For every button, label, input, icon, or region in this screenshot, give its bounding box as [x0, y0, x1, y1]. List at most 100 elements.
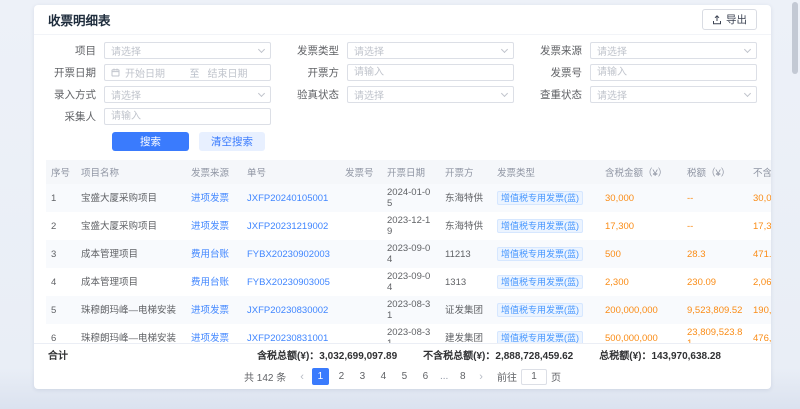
cell-invoice-source-link[interactable]: 费用台账	[186, 268, 242, 296]
pagination-bar: 共 142 条 ‹ 123456... 8 › 前往 页	[34, 364, 771, 389]
goto-page-input[interactable]	[521, 369, 547, 385]
filter-invoice-type: 发票类型 请选择	[291, 42, 514, 59]
collector-input[interactable]	[104, 108, 271, 125]
goto-unit: 页	[551, 369, 561, 384]
verify-status-select[interactable]: 请选择	[347, 86, 514, 103]
cell-invoice-source-link[interactable]: 进项发票	[186, 296, 242, 324]
goto-label: 前往	[497, 369, 517, 384]
invoice-source-label: 发票来源	[534, 43, 590, 58]
filter-payer: 开票方	[291, 64, 514, 81]
dup-status-label: 查重状态	[534, 87, 590, 102]
cell-invoice-date: 2023-08-31	[382, 324, 440, 343]
verify-status-select-placeholder: 请选择	[354, 87, 502, 102]
entry-method-select[interactable]: 请选择	[104, 86, 271, 103]
cell-invoice-date: 2023-09-04	[382, 240, 440, 268]
chevron-down-icon	[501, 45, 508, 52]
table-body: 1宝盛大厦采购项目进项发票JXFP202401050012024-01-05东海…	[46, 184, 771, 343]
page-button-6[interactable]: 6	[417, 368, 434, 385]
filter-collector: 采集人	[48, 108, 271, 125]
cell-payer: 证发集团	[440, 296, 492, 324]
table-row[interactable]: 2宝盛大厦采购项目进项发票JXFP202312190022023-12-19东海…	[46, 212, 771, 240]
page-button-5[interactable]: 5	[396, 368, 413, 385]
search-button[interactable]: 搜索	[112, 132, 189, 151]
page-ellipsis: ...	[438, 371, 450, 382]
table-row[interactable]: 1宝盛大厦采购项目进项发票JXFP202401050012024-01-05东海…	[46, 184, 771, 212]
clear-search-button[interactable]: 清空搜索	[199, 132, 265, 151]
page-scrollbar[interactable]	[792, 2, 798, 407]
total-tax: 总税额(¥)：143,970,638.28	[599, 347, 721, 362]
cell-order-no-link[interactable]: FYBX20230902003	[242, 240, 340, 268]
export-button[interactable]: 导出	[702, 9, 757, 30]
col-payer: 开票方	[440, 160, 492, 184]
filter-dup-status: 查重状态 请选择	[534, 86, 757, 103]
cell-order-no-link[interactable]: JXFP20240105001	[242, 184, 340, 212]
invoice-type-tag: 增值税专用发票(蓝)	[497, 247, 583, 261]
date-separator: 至	[182, 65, 208, 80]
filter-invoice-source: 发票来源 请选择	[534, 42, 757, 59]
cell-tax: 9,523,809.52	[682, 296, 748, 324]
cell-invoice-source-link[interactable]: 进项发票	[186, 212, 242, 240]
col-order-no: 单号	[242, 160, 340, 184]
invoice-source-select[interactable]: 请选择	[590, 42, 757, 59]
payer-label: 开票方	[291, 65, 347, 80]
date-end-placeholder: 结束日期	[208, 65, 265, 80]
invoice-type-tag: 增值税专用发票(蓝)	[497, 275, 583, 289]
invoice-type-tag: 增值税专用发票(蓝)	[497, 303, 583, 317]
invoice-type-tag: 增值税专用发票(蓝)	[497, 219, 583, 233]
cell-amount-incl-tax: 2,300	[600, 268, 682, 296]
pagination-total: 共 142 条	[244, 369, 286, 384]
cell-order-no-link[interactable]: JXFP20230830002	[242, 296, 340, 324]
filter-invoice-date: 开票日期 开始日期 至 结束日期	[48, 64, 271, 81]
cell-invoice-source-link[interactable]: 进项发票	[186, 324, 242, 343]
total-excl-tax: 不含税总额(¥)：2,888,728,459.62	[423, 347, 573, 362]
cell-tax: 28.3	[682, 240, 748, 268]
cell-invoice-type: 增值税专用发票(蓝)	[492, 240, 600, 268]
page-title: 收票明细表	[48, 10, 111, 29]
cell-order-no-link[interactable]: JXFP20230831001	[242, 324, 340, 343]
cell-invoice-source-link[interactable]: 费用台账	[186, 240, 242, 268]
cell-tax: --	[682, 212, 748, 240]
total-incl-tax: 含税总额(¥)：3,032,699,097.89	[257, 347, 397, 362]
filter-verify-status: 验真状态 请选择	[291, 86, 514, 103]
cell-amount-excl-tax: 17,300	[748, 212, 771, 240]
page-button-4[interactable]: 4	[375, 368, 392, 385]
table-row[interactable]: 5珠穆朗玛峰—电梯安装进项发票JXFP202308300022023-08-31…	[46, 296, 771, 324]
cell-invoice-source-link[interactable]: 进项发票	[186, 184, 242, 212]
cell-project-name: 宝盛大厦采购项目	[76, 184, 186, 212]
col-project-name: 项目名称	[76, 160, 186, 184]
page-button-8[interactable]: 8	[454, 368, 471, 385]
summary-row: 合计 含税总额(¥)：3,032,699,097.89 不含税总额(¥)：2,8…	[34, 343, 771, 364]
invoice-date-range-picker[interactable]: 开始日期 至 结束日期	[104, 64, 271, 81]
cell-amount-excl-tax: 190,476,190.48	[748, 296, 771, 324]
invoice-type-select[interactable]: 请选择	[347, 42, 514, 59]
entry-method-label: 录入方式	[48, 87, 104, 102]
cell-payer: 建发集团	[440, 324, 492, 343]
next-page-button[interactable]: ›	[476, 371, 486, 383]
cell-order-no-link[interactable]: JXFP20231219002	[242, 212, 340, 240]
cell-amount-incl-tax: 500,000,000	[600, 324, 682, 343]
cell-amount-incl-tax: 17,300	[600, 212, 682, 240]
col-amount-excl-tax: 不含税金额（¥）	[748, 160, 771, 184]
dup-status-select[interactable]: 请选择	[590, 86, 757, 103]
invoice-no-input[interactable]	[590, 64, 757, 81]
prev-page-button[interactable]: ‹	[297, 371, 307, 383]
page-button-3[interactable]: 3	[354, 368, 371, 385]
cell-order-no-link[interactable]: FYBX20230903005	[242, 268, 340, 296]
cell-invoice-no	[340, 212, 382, 240]
cell-index: 1	[46, 184, 76, 212]
table-row[interactable]: 3成本管理项目费用台账FYBX202309020032023-09-041121…	[46, 240, 771, 268]
cell-invoice-no	[340, 296, 382, 324]
cell-invoice-date: 2023-12-19	[382, 212, 440, 240]
table-row[interactable]: 6珠穆朗玛峰—电梯安装进项发票JXFP202308310012023-08-31…	[46, 324, 771, 343]
filter-invoice-no: 发票号	[534, 64, 757, 81]
project-select[interactable]: 请选择	[104, 42, 271, 59]
table-row[interactable]: 4成本管理项目费用台账FYBX202309030052023-09-041313…	[46, 268, 771, 296]
col-invoice-no: 发票号	[340, 160, 382, 184]
scrollbar-thumb[interactable]	[792, 2, 798, 74]
page-button-2[interactable]: 2	[333, 368, 350, 385]
payer-input[interactable]	[347, 64, 514, 81]
chevron-down-icon	[744, 89, 751, 96]
page-button-1[interactable]: 1	[312, 368, 329, 385]
cell-payer: 东海特供	[440, 212, 492, 240]
invoice-table-wrap: 序号 项目名称 发票来源 单号 发票号 开票日期 开票方 发票类型 含税金额（¥…	[34, 158, 771, 343]
